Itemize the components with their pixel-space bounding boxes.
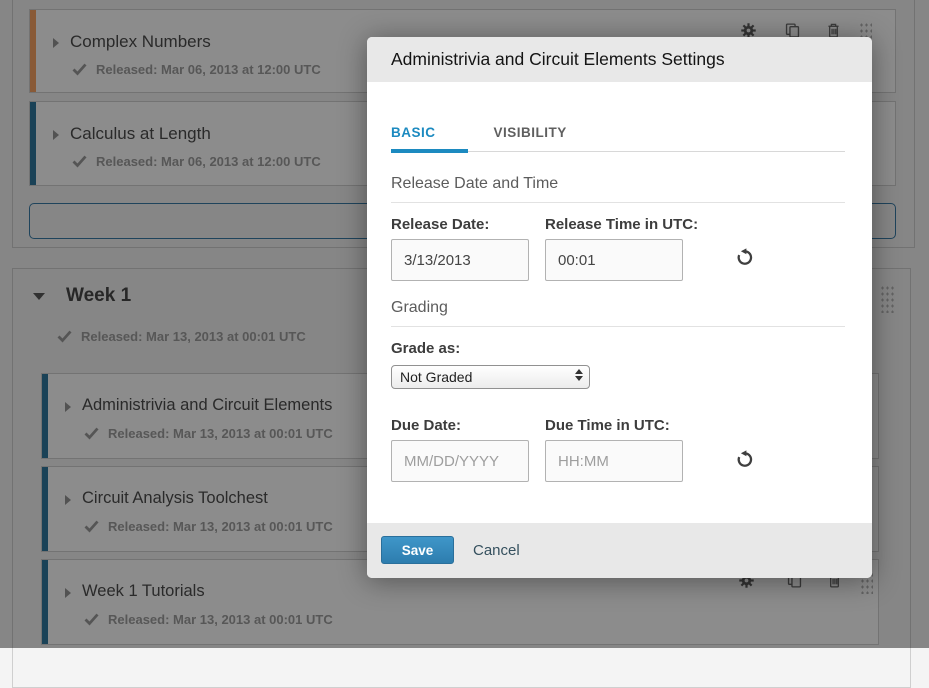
modal-footer: Save Cancel (367, 523, 872, 578)
tab-visibility[interactable]: VISIBILITY (494, 125, 599, 151)
due-time-input[interactable] (545, 440, 683, 482)
save-button[interactable]: Save (381, 536, 454, 564)
modal-header: Administrivia and Circuit Elements Setti… (367, 37, 872, 82)
grading-section-heading: Grading (391, 299, 845, 327)
subsection-settings-modal: Administrivia and Circuit Elements Setti… (367, 37, 872, 578)
release-time-input[interactable] (545, 239, 683, 281)
cancel-button[interactable]: Cancel (473, 523, 520, 578)
grade-as-label: Grade as: (391, 340, 460, 357)
reset-release-icon[interactable] (735, 247, 754, 266)
release-date-input[interactable] (391, 239, 529, 281)
modal-title: Administrivia and Circuit Elements Setti… (391, 37, 725, 82)
modal-tabs: BASIC VISIBILITY (391, 125, 845, 152)
grade-select-wrap: Not Graded (391, 365, 590, 389)
reset-due-icon[interactable] (735, 449, 754, 468)
release-time-label: Release Time in UTC: (545, 216, 698, 233)
due-date-label: Due Date: (391, 417, 461, 434)
release-date-label: Release Date: (391, 216, 489, 233)
due-time-label: Due Time in UTC: (545, 417, 670, 434)
tab-basic[interactable]: BASIC (391, 125, 468, 151)
grade-as-select[interactable]: Not Graded (391, 365, 590, 389)
release-section-heading: Release Date and Time (391, 175, 845, 203)
due-date-input[interactable] (391, 440, 529, 482)
